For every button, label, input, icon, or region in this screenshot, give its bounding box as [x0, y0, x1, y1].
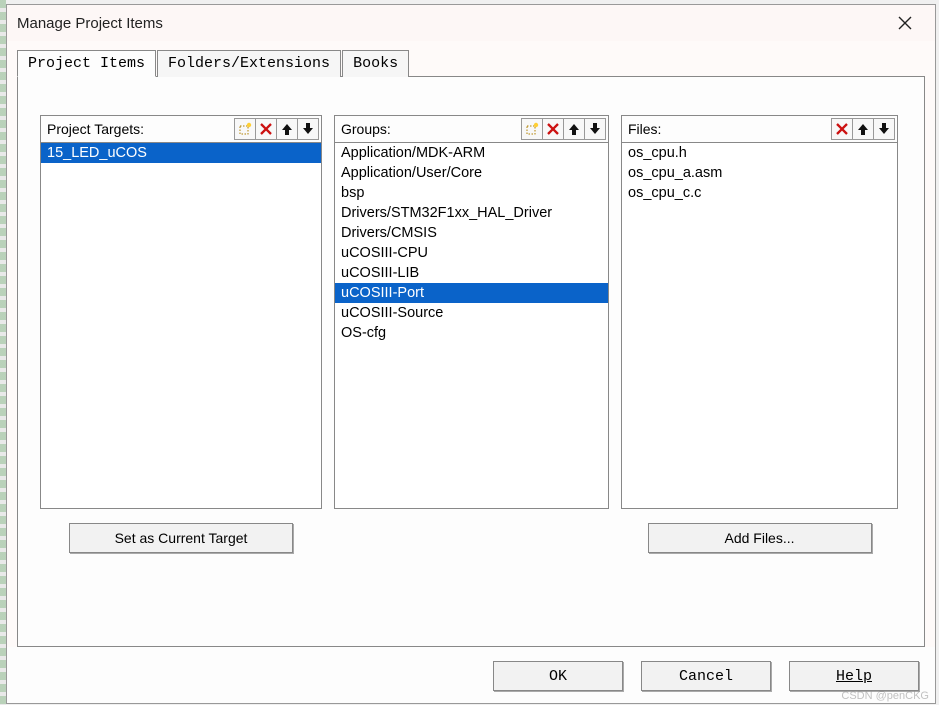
help-label: Help: [836, 668, 872, 685]
targets-up-icon[interactable]: [276, 118, 298, 140]
list-item[interactable]: Drivers/CMSIS: [335, 223, 608, 243]
groups-toolbar: [522, 118, 608, 140]
column-files: Files: os_cpu.hos_cpu_a.asmos_cpu_c.c Ad…: [621, 115, 898, 553]
dialog-title: Manage Project Items: [17, 15, 885, 32]
set-current-target-button[interactable]: Set as Current Target: [69, 523, 293, 553]
tab-body-project-items: Project Targets: 15_LED_uCOS Set as Curr…: [17, 77, 925, 647]
targets-new-icon[interactable]: [234, 118, 256, 140]
targets-toolbar: [235, 118, 321, 140]
list-item[interactable]: os_cpu.h: [622, 143, 897, 163]
tab-books[interactable]: Books: [342, 50, 409, 77]
files-down-icon[interactable]: [873, 118, 895, 140]
targets-header: Project Targets:: [40, 115, 322, 143]
list-item[interactable]: OS-cfg: [335, 323, 608, 343]
groups-new-icon[interactable]: [521, 118, 543, 140]
list-item[interactable]: os_cpu_c.c: [622, 183, 897, 203]
files-listbox[interactable]: os_cpu.hos_cpu_a.asmos_cpu_c.c: [621, 143, 898, 509]
files-toolbar: [832, 118, 897, 140]
tab-folders-extensions[interactable]: Folders/Extensions: [157, 50, 341, 77]
list-item[interactable]: uCOSIII-Source: [335, 303, 608, 323]
files-header: Files:: [621, 115, 898, 143]
list-item[interactable]: 15_LED_uCOS: [41, 143, 321, 163]
add-files-button[interactable]: Add Files...: [648, 523, 872, 553]
files-up-icon[interactable]: [852, 118, 874, 140]
files-label: Files:: [628, 121, 832, 137]
list-item[interactable]: uCOSIII-LIB: [335, 263, 608, 283]
groups-listbox[interactable]: Application/MDK-ARMApplication/User/Core…: [334, 143, 609, 509]
dialog-button-bar: OK Cancel Help: [7, 647, 935, 703]
column-project-targets: Project Targets: 15_LED_uCOS Set as Curr…: [40, 115, 322, 553]
close-icon: [898, 16, 912, 30]
targets-down-icon[interactable]: [297, 118, 319, 140]
groups-label: Groups:: [341, 121, 522, 137]
column-groups: Groups: Application/MDK-ARMApplication/U…: [334, 115, 609, 553]
titlebar: Manage Project Items: [7, 5, 935, 41]
tab-strip: Project ItemsFolders/ExtensionsBooks: [17, 49, 925, 77]
groups-header: Groups:: [334, 115, 609, 143]
list-item[interactable]: bsp: [335, 183, 608, 203]
targets-listbox[interactable]: 15_LED_uCOS: [40, 143, 322, 509]
list-item[interactable]: Application/MDK-ARM: [335, 143, 608, 163]
groups-up-icon[interactable]: [563, 118, 585, 140]
tabs-area: Project ItemsFolders/ExtensionsBooks Pro…: [7, 41, 935, 647]
targets-label: Project Targets:: [47, 121, 235, 137]
columns-container: Project Targets: 15_LED_uCOS Set as Curr…: [40, 115, 902, 553]
files-delete-icon[interactable]: [831, 118, 853, 140]
manage-project-items-dialog: Manage Project Items Project ItemsFolder…: [6, 4, 936, 704]
close-button[interactable]: [885, 9, 925, 37]
help-button[interactable]: Help: [789, 661, 919, 691]
tab-project-items[interactable]: Project Items: [17, 50, 156, 77]
cancel-button[interactable]: Cancel: [641, 661, 771, 691]
list-item[interactable]: Application/User/Core: [335, 163, 608, 183]
list-item[interactable]: uCOSIII-CPU: [335, 243, 608, 263]
groups-down-icon[interactable]: [584, 118, 606, 140]
groups-delete-icon[interactable]: [542, 118, 564, 140]
targets-delete-icon[interactable]: [255, 118, 277, 140]
list-item[interactable]: uCOSIII-Port: [335, 283, 608, 303]
list-item[interactable]: Drivers/STM32F1xx_HAL_Driver: [335, 203, 608, 223]
ok-button[interactable]: OK: [493, 661, 623, 691]
list-item[interactable]: os_cpu_a.asm: [622, 163, 897, 183]
